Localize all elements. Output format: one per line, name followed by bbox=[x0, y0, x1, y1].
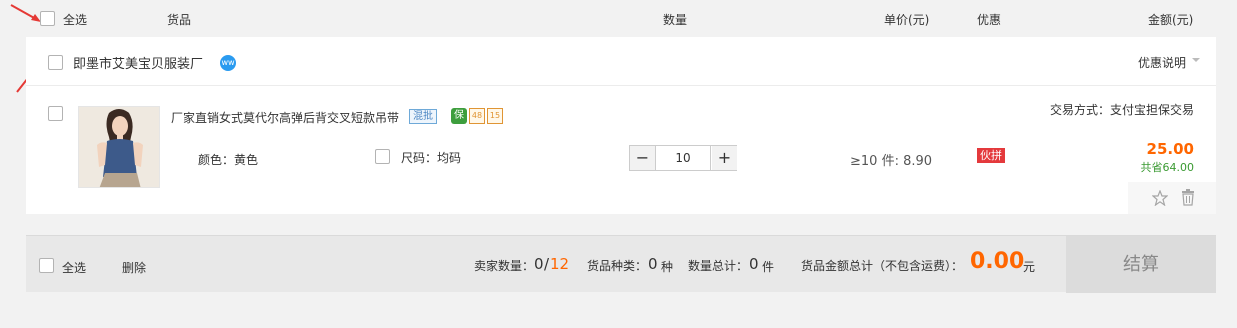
footer-select-all-checkbox[interactable] bbox=[39, 258, 54, 273]
total-amount-label: 货品金额总计（不包含运费）： bbox=[801, 259, 964, 273]
mixed-batch-tag: 混批 bbox=[409, 109, 437, 124]
shop-checkbox[interactable] bbox=[48, 55, 63, 70]
quantity-total-value: 0 bbox=[749, 255, 759, 273]
size-checkbox[interactable] bbox=[375, 149, 390, 164]
column-discount: 优惠 bbox=[977, 13, 1002, 27]
size-attribute: 尺码：均码 bbox=[401, 151, 462, 165]
column-unit-price: 单价(元) bbox=[884, 13, 930, 27]
item-checkbox[interactable] bbox=[48, 106, 63, 121]
quantity-increase-button[interactable]: + bbox=[712, 146, 737, 170]
seller-count-sep: / bbox=[544, 255, 550, 273]
kinds-value: 0 bbox=[648, 255, 658, 273]
item-saved: 共省64.00 bbox=[1140, 161, 1195, 174]
item-actions bbox=[1128, 182, 1216, 214]
seller-count-total: 12 bbox=[550, 255, 570, 273]
annotation-arrow-top bbox=[10, 4, 41, 22]
total-amount-unit: 元 bbox=[1023, 260, 1036, 274]
promo-description-link[interactable]: 优惠说明 bbox=[1138, 54, 1186, 71]
column-goods: 货品 bbox=[167, 13, 192, 27]
color-attribute: 颜色：黄色 bbox=[198, 153, 259, 167]
trade-method: 交易方式：支付宝担保交易 bbox=[1049, 103, 1194, 117]
favorite-star-icon[interactable] bbox=[1152, 190, 1168, 206]
product-photo-icon bbox=[79, 107, 159, 187]
chevron-down-icon[interactable] bbox=[1192, 58, 1200, 62]
select-all-label: 全选 bbox=[63, 13, 88, 27]
shop-panel: 即墨市艾美宝贝服装厂 ww 优惠说明 厂家直销女式莫代尔高弹后背交叉短款吊带 混… bbox=[26, 37, 1216, 214]
quantity-total-label: 数量总计： bbox=[688, 259, 749, 273]
delete-selected-button[interactable]: 删除 bbox=[122, 259, 146, 276]
column-amount: 金额(元) bbox=[1148, 13, 1194, 27]
protection-icon: 保 bbox=[451, 108, 467, 124]
cart-footer: 全选 删除 卖家数量： 0 / 12 货品种类： 0 种 数量总计： 0 件 货… bbox=[26, 235, 1216, 293]
select-all-checkbox[interactable] bbox=[40, 11, 55, 26]
48h-ship-icon: 48 bbox=[469, 108, 485, 124]
item-amount: 25.00 bbox=[1146, 140, 1194, 158]
product-title-link[interactable]: 厂家直销女式莫代尔高弹后背交叉短款吊带 bbox=[171, 109, 399, 126]
checkout-button[interactable]: 结算 bbox=[1066, 236, 1216, 293]
tier-unit-price: ≥10 件: 8.90 bbox=[850, 154, 933, 169]
trash-icon[interactable] bbox=[1181, 189, 1195, 206]
column-quantity: 数量 bbox=[663, 13, 688, 27]
total-amount-value: 0.00 bbox=[970, 249, 1025, 274]
shop-header: 即墨市艾美宝贝服装厂 ww 优惠说明 bbox=[26, 37, 1216, 86]
quantity-decrease-button[interactable]: − bbox=[630, 146, 655, 170]
quantity-input[interactable] bbox=[655, 146, 711, 170]
kinds-label: 货品种类： bbox=[587, 259, 648, 273]
group-buy-badge: 伙拼 bbox=[977, 148, 1005, 163]
seller-count-value: 0 bbox=[534, 255, 544, 273]
15-day-return-icon: 15 bbox=[487, 108, 503, 124]
quantity-total-unit: 件 bbox=[762, 260, 775, 274]
seller-count-label: 卖家数量： bbox=[474, 259, 535, 273]
kinds-unit: 种 bbox=[661, 260, 674, 274]
footer-select-all-label: 全选 bbox=[62, 261, 87, 275]
shop-name-link[interactable]: 即墨市艾美宝贝服装厂 bbox=[73, 53, 203, 72]
product-thumbnail[interactable] bbox=[78, 106, 160, 188]
wangwang-chat-icon[interactable]: ww bbox=[220, 55, 236, 71]
quantity-stepper: − + bbox=[629, 145, 737, 171]
